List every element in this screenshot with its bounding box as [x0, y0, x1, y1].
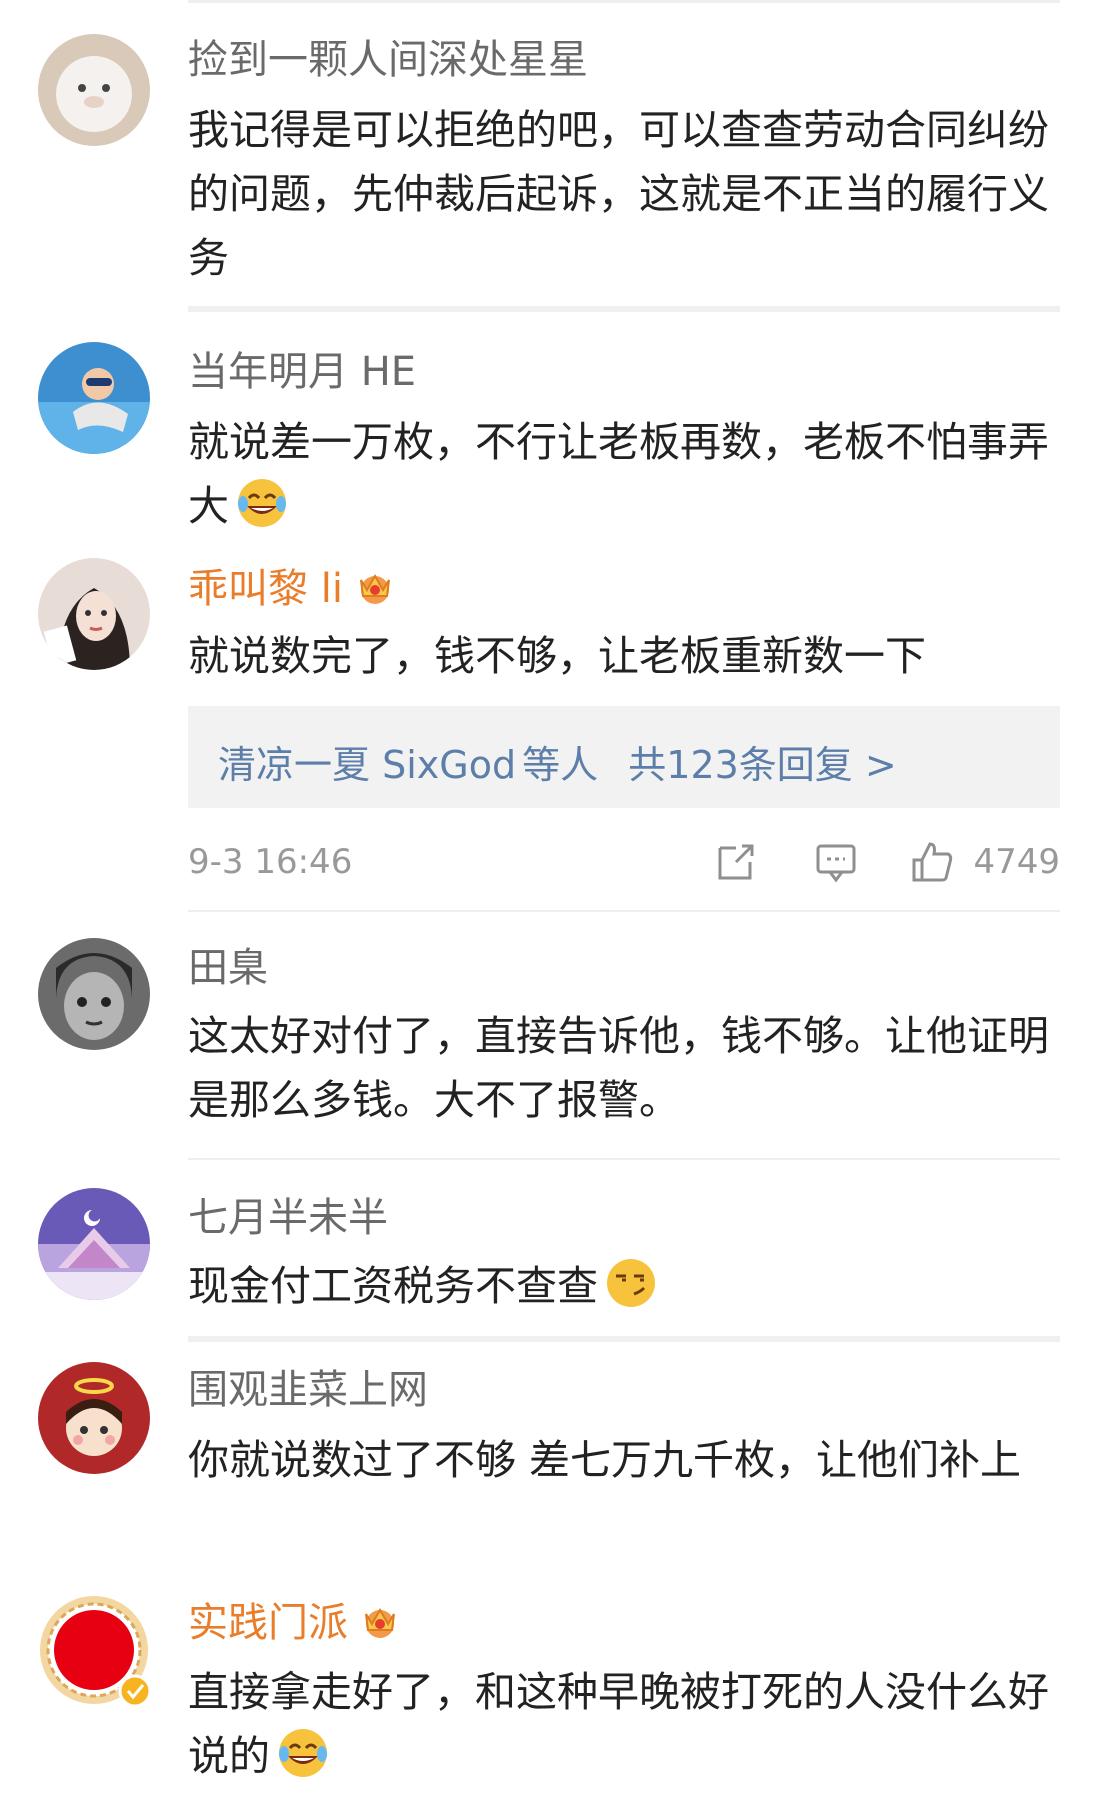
verified-badge-icon — [118, 1674, 152, 1708]
avatar[interactable] — [38, 558, 150, 670]
section-divider — [188, 1158, 1060, 1160]
timestamp: 9-3 16:46 — [188, 842, 353, 882]
comment-meta: 9-3 16:46 4749 — [188, 838, 1060, 888]
avatar[interactable] — [38, 342, 150, 454]
username[interactable]: 七月半未半 — [188, 1194, 388, 1242]
avatar[interactable] — [38, 938, 150, 1050]
section-divider — [188, 910, 1060, 912]
reply-summary-text[interactable]: 清凉一夏 SixGod 等人 共123条回复 > — [218, 734, 903, 789]
comment-icon[interactable] — [814, 840, 858, 884]
section-divider — [188, 1336, 1060, 1342]
comment-text: 我记得是可以拒绝的吧，可以查查劳动合同纠纷的问题，先仲裁后起诉，这就是不正当的履… — [188, 106, 1049, 282]
comment-text: 现金付工资税务不查查 — [188, 1254, 1058, 1318]
comment-text: 这太好对付了，直接告诉他，钱不够。让他证明是那么多钱。大不了报警。 — [188, 1012, 1049, 1124]
avatar[interactable] — [38, 1188, 150, 1300]
username[interactable]: 捡到一颗人间深处星星 — [188, 36, 588, 84]
top-divider — [188, 0, 1060, 3]
comment-text: 就说数完了，钱不够，让老板重新数一下 — [188, 632, 926, 680]
smirk-emoji — [607, 1259, 655, 1307]
username-vip[interactable]: 乖叫黎 li — [188, 564, 397, 613]
comment-text: 就说差一万枚，不行让老板再数，老板不怕事弄大 — [188, 418, 1049, 530]
crown-badge-icon — [359, 573, 390, 604]
share-icon[interactable] — [714, 840, 758, 884]
comment-text: 直接拿走好了，和这种早晚被打死的人没什么好说的 — [188, 1668, 1049, 1780]
username[interactable]: 当年明月 HE — [188, 348, 416, 396]
laugh-cry-emoji — [238, 479, 286, 527]
avatar[interactable] — [38, 34, 150, 146]
like-count: 4749 — [973, 842, 1060, 882]
section-divider — [188, 306, 1060, 312]
laugh-cry-emoji — [279, 1729, 327, 1777]
reply-summary-box[interactable]: 清凉一夏 SixGod 等人 共123条回复 > — [188, 706, 1060, 808]
username[interactable]: 围观韭菜上网 — [188, 1366, 428, 1414]
username[interactable]: 田臬 — [188, 944, 268, 992]
crown-badge-icon — [365, 1607, 395, 1638]
username-vip[interactable]: 实践门派 — [188, 1598, 402, 1647]
thumbs-up-icon[interactable] — [910, 840, 954, 884]
comment-text: 你就说数过了不够 差七万九千枚，让他们补上 — [188, 1436, 1022, 1484]
avatar[interactable] — [38, 1362, 150, 1474]
